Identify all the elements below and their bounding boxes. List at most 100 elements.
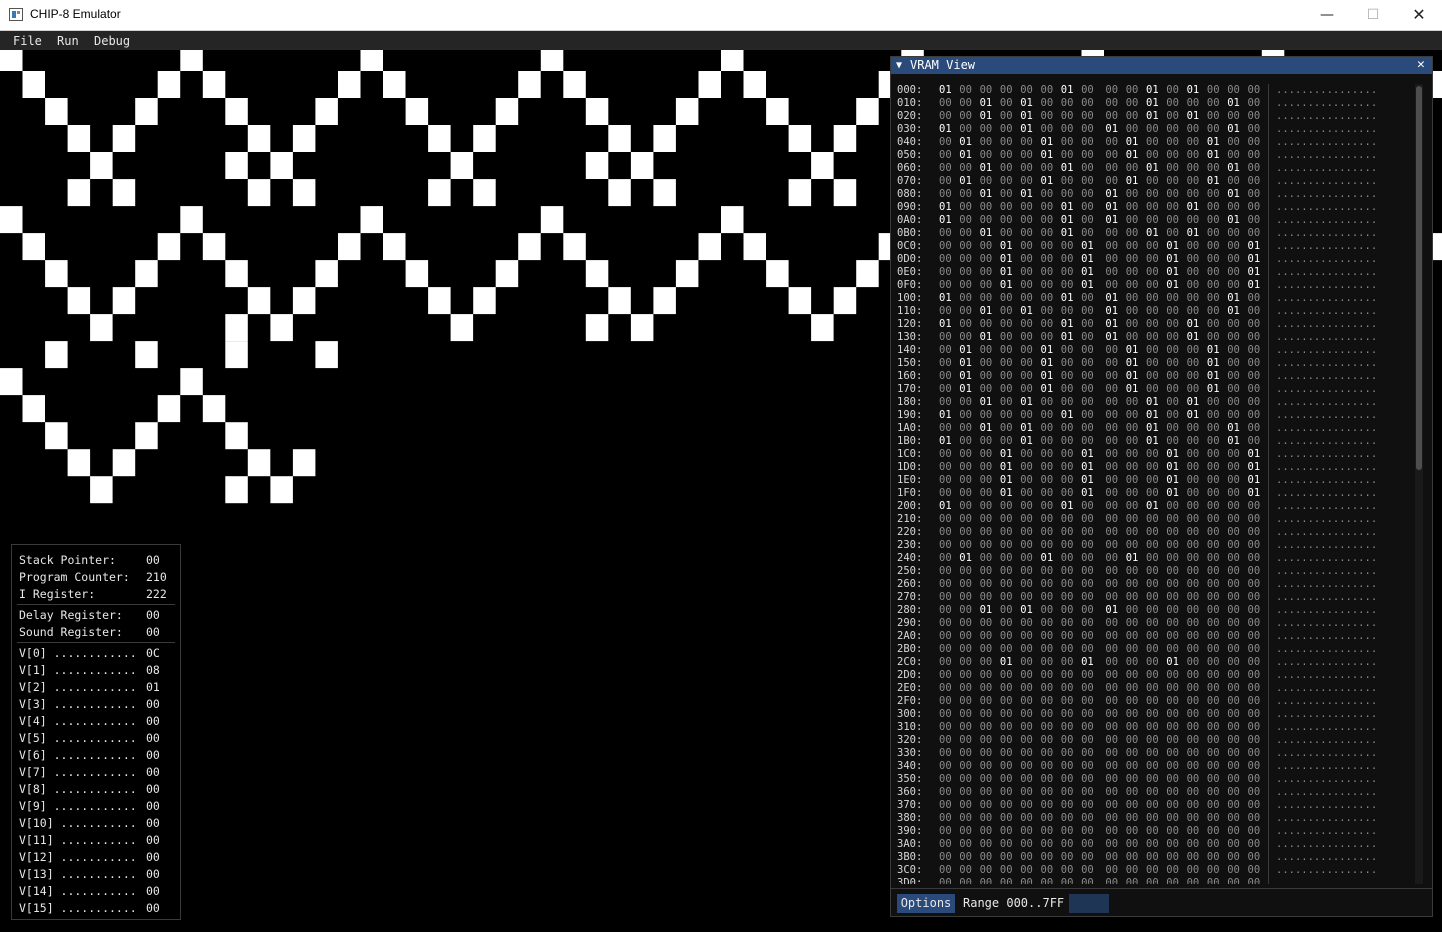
hex-byte[interactable]: 00 [980, 565, 994, 577]
hex-byte[interactable]: 00 [1000, 552, 1014, 564]
hex-byte[interactable]: 00 [1000, 370, 1014, 382]
hex-byte[interactable]: 00 [959, 643, 973, 655]
hex-byte[interactable]: 00 [1227, 318, 1241, 330]
hex-byte[interactable]: 00 [1146, 201, 1160, 213]
hex-byte[interactable]: 00 [1126, 630, 1140, 642]
hex-byte[interactable]: 00 [1000, 422, 1014, 434]
hex-byte[interactable]: 01 [1207, 149, 1221, 161]
hex-byte[interactable]: 00 [1227, 552, 1241, 564]
hex-byte[interactable]: 00 [1146, 357, 1160, 369]
hex-byte[interactable]: 00 [959, 695, 973, 707]
hex-byte[interactable]: 00 [959, 201, 973, 213]
hex-byte[interactable]: 00 [1227, 149, 1241, 161]
hex-byte[interactable]: 00 [1061, 253, 1075, 265]
minimize-button[interactable]: — [1304, 0, 1350, 30]
hex-byte[interactable]: 00 [1207, 864, 1221, 876]
hex-byte[interactable]: 00 [1061, 864, 1075, 876]
hex-byte[interactable]: 00 [1105, 240, 1119, 252]
hex-byte[interactable]: 01 [1187, 201, 1201, 213]
hex-byte[interactable]: 01 [1061, 214, 1075, 226]
hex-byte[interactable]: 01 [1020, 604, 1034, 616]
hex-byte[interactable]: 00 [980, 214, 994, 226]
hex-byte[interactable]: 00 [1166, 682, 1180, 694]
hex-byte[interactable]: 00 [1187, 487, 1201, 499]
hex-byte[interactable]: 00 [1000, 513, 1014, 525]
hex-byte[interactable]: 00 [980, 734, 994, 746]
hex-byte[interactable]: 00 [1187, 357, 1201, 369]
hex-byte[interactable]: 00 [1061, 721, 1075, 733]
hex-byte[interactable]: 00 [1061, 266, 1075, 278]
hex-byte[interactable]: 00 [1248, 409, 1262, 421]
hex-byte[interactable]: 00 [1187, 747, 1201, 759]
hex-byte[interactable]: 00 [1061, 695, 1075, 707]
hex-byte[interactable]: 00 [1105, 370, 1119, 382]
hex-byte[interactable]: 00 [1061, 669, 1075, 681]
hex-byte[interactable]: 00 [980, 279, 994, 291]
hex-byte[interactable]: 00 [1166, 214, 1180, 226]
hex-byte[interactable]: 01 [1000, 253, 1014, 265]
hex-byte[interactable]: 00 [1041, 721, 1055, 733]
hex-byte[interactable]: 01 [980, 331, 994, 343]
hex-byte[interactable]: 00 [980, 383, 994, 395]
hex-byte[interactable]: 00 [1227, 253, 1241, 265]
hex-byte[interactable]: 01 [1061, 318, 1075, 330]
hex-byte[interactable]: 01 [939, 201, 953, 213]
hex-byte[interactable]: 00 [939, 305, 953, 317]
hex-byte[interactable]: 00 [1020, 851, 1034, 863]
hex-byte[interactable]: 00 [959, 747, 973, 759]
hex-byte[interactable]: 00 [1105, 357, 1119, 369]
hex-byte[interactable]: 00 [1126, 838, 1140, 850]
hex-byte[interactable]: 00 [939, 617, 953, 629]
hex-byte[interactable]: 00 [1166, 617, 1180, 629]
hex-byte[interactable]: 00 [1207, 591, 1221, 603]
hex-byte[interactable]: 00 [1248, 292, 1262, 304]
hex-byte[interactable]: 00 [1187, 565, 1201, 577]
hex-byte[interactable]: 01 [1061, 162, 1075, 174]
hex-byte[interactable]: 00 [1105, 435, 1119, 447]
hex-byte[interactable]: 00 [959, 266, 973, 278]
hex-byte[interactable]: 00 [1105, 110, 1119, 122]
hex-byte[interactable]: 00 [1146, 864, 1160, 876]
hex-byte[interactable]: 00 [1105, 279, 1119, 291]
hex-byte[interactable]: 00 [959, 188, 973, 200]
hex-byte[interactable]: 00 [1227, 669, 1241, 681]
hex-byte[interactable]: 00 [1146, 851, 1160, 863]
hex-byte[interactable]: 00 [939, 97, 953, 109]
hex-byte[interactable]: 01 [1061, 500, 1075, 512]
hex-byte[interactable]: 00 [1187, 461, 1201, 473]
hex-byte[interactable]: 00 [1207, 799, 1221, 811]
hex-byte[interactable]: 00 [1248, 396, 1262, 408]
hex-byte[interactable]: 00 [980, 552, 994, 564]
hex-byte[interactable]: 00 [1166, 734, 1180, 746]
hex-byte[interactable]: 01 [1126, 175, 1140, 187]
hex-byte[interactable]: 00 [1000, 630, 1014, 642]
hex-byte[interactable]: 00 [1041, 565, 1055, 577]
hex-byte[interactable]: 00 [1248, 162, 1262, 174]
hex-byte[interactable]: 00 [1081, 318, 1095, 330]
hex-byte[interactable]: 00 [1020, 656, 1034, 668]
hex-byte[interactable]: 00 [1020, 357, 1034, 369]
hex-byte[interactable]: 01 [1081, 240, 1095, 252]
hex-byte[interactable]: 00 [1187, 851, 1201, 863]
hex-byte[interactable]: 00 [1146, 721, 1160, 733]
hex-byte[interactable]: 01 [1166, 253, 1180, 265]
hex-byte[interactable]: 00 [1187, 279, 1201, 291]
hex-byte[interactable]: 00 [1146, 370, 1160, 382]
hex-byte[interactable]: 01 [1081, 656, 1095, 668]
hex-byte[interactable]: 00 [1105, 162, 1119, 174]
hex-byte[interactable]: 00 [1146, 552, 1160, 564]
hex-byte[interactable]: 01 [939, 318, 953, 330]
hex-byte[interactable]: 00 [1105, 552, 1119, 564]
hex-byte[interactable]: 00 [1146, 578, 1160, 590]
hex-byte[interactable]: 00 [959, 305, 973, 317]
hex-byte[interactable]: 00 [1166, 175, 1180, 187]
hex-byte[interactable]: 00 [1081, 396, 1095, 408]
hex-byte[interactable]: 01 [1041, 383, 1055, 395]
hex-byte[interactable]: 00 [959, 162, 973, 174]
hex-byte[interactable]: 00 [1105, 630, 1119, 642]
hex-byte[interactable]: 00 [1227, 136, 1241, 148]
hex-byte[interactable]: 01 [1081, 448, 1095, 460]
hex-byte[interactable]: 00 [1187, 669, 1201, 681]
hex-byte[interactable]: 00 [980, 760, 994, 772]
hex-byte[interactable]: 00 [1126, 877, 1140, 884]
